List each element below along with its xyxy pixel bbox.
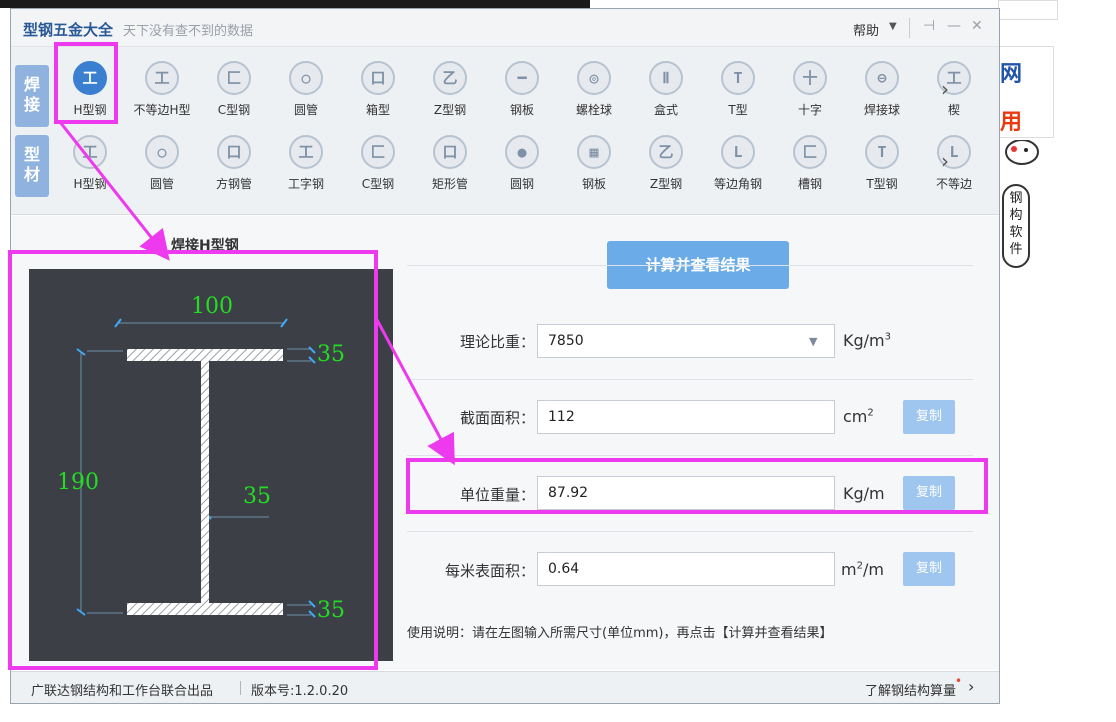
annotation-arrows [58,121,455,466]
arrow-icon [58,121,170,261]
arrow-icon [374,317,455,466]
